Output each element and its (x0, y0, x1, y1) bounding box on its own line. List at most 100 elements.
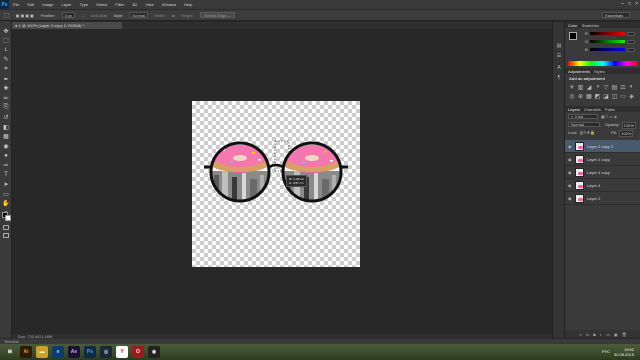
shape-tool-icon[interactable]: ▭ (2, 190, 10, 198)
threshold-icon[interactable]: ◫ (612, 93, 618, 100)
layer-row[interactable]: ◉ Layer 4 copy (565, 166, 640, 179)
tab-styles[interactable]: Styles (594, 69, 605, 74)
file-explorer-icon[interactable]: ▬ (36, 346, 48, 358)
color-slider-r[interactable]: R (585, 31, 635, 36)
menu-edit[interactable]: Edit (23, 2, 38, 7)
history-brush-tool-icon[interactable]: ↺ (2, 113, 10, 121)
document-canvas[interactable]: W: 2,28 cm H: 0,87 cm (192, 101, 360, 267)
eye-icon[interactable]: ◉ (568, 170, 572, 175)
properties-icon[interactable]: ☰ (555, 52, 563, 60)
photofilter-icon[interactable]: ◎ (569, 93, 575, 100)
bw-icon[interactable]: ◐ (629, 84, 635, 90)
vibrance-icon[interactable]: ▽ (603, 84, 609, 91)
group-icon[interactable]: ▭ (606, 332, 610, 337)
mixer-icon[interactable]: ⊕ (578, 93, 584, 100)
menu-window[interactable]: Window (158, 2, 180, 7)
lasso-tool-icon[interactable]: ʟ (2, 46, 10, 54)
tab-channels[interactable]: Channels (584, 107, 601, 112)
brightness-icon[interactable]: ☀ (569, 84, 575, 91)
layer-filter-select[interactable]: ⌕ Kind (568, 114, 598, 119)
quickmask-icon[interactable] (3, 225, 9, 230)
selectivecolor-icon[interactable]: ◈ (629, 93, 635, 100)
history-icon[interactable]: ▤ (555, 42, 563, 50)
marquee-tool-icon[interactable]: ⬚ (2, 37, 10, 45)
fill-input[interactable]: 100% (619, 130, 634, 137)
color-slider-b[interactable]: B (585, 47, 635, 52)
feather-input[interactable]: 0 px (61, 12, 76, 18)
curves-icon[interactable]: ◢ (586, 84, 592, 91)
layer-row[interactable]: ◉ Layer 4 (565, 179, 640, 192)
gradientmap-icon[interactable]: ▭ (620, 93, 626, 100)
levels-icon[interactable]: ▥ (578, 84, 584, 91)
menu-type[interactable]: Type (76, 2, 93, 7)
slider-track[interactable] (590, 32, 625, 35)
blur-tool-icon[interactable]: ◉ (2, 142, 10, 150)
menu-layer[interactable]: Layer (57, 2, 75, 7)
menu-help[interactable]: Help (180, 2, 196, 7)
paragraph-icon[interactable]: ¶ (555, 74, 563, 82)
menu-view[interactable]: View (141, 2, 158, 7)
eye-icon[interactable]: ◉ (568, 144, 572, 149)
tray-language[interactable]: РУС (602, 349, 610, 354)
tray-date[interactable]: 30.06.2015 (614, 352, 634, 357)
eraser-tool-icon[interactable]: ◧ (2, 123, 10, 131)
slider-value-input[interactable] (627, 31, 635, 36)
steam-icon[interactable]: ◎ (100, 346, 112, 358)
close-icon[interactable]: × (635, 1, 638, 7)
tab-adjustments[interactable]: Adjustments (568, 69, 590, 74)
selection-mode-icons[interactable]: ▣▣▣▣ (16, 13, 35, 18)
link-icon[interactable]: ∞ (579, 332, 582, 337)
menu-filter[interactable]: Filter (111, 2, 128, 7)
document-tab[interactable]: ● 1 @ 100% (Layer 2 copy 2, RGB/8) * (12, 22, 122, 29)
eye-icon[interactable]: ◉ (568, 183, 572, 188)
tab-color[interactable]: Color (568, 23, 578, 28)
eye-icon[interactable]: ◉ (568, 196, 572, 201)
slider-track[interactable] (590, 48, 625, 51)
blend-mode-select[interactable]: Normal (568, 122, 600, 127)
photoshop-icon[interactable]: Ps (84, 346, 96, 358)
crop-tool-icon[interactable]: ⌗ (2, 65, 10, 73)
background-color-swatch[interactable] (5, 215, 11, 221)
layer-row[interactable]: ◉ Layer 2 copy (565, 153, 640, 166)
layer-row[interactable]: ◉ Layer 2 copy 2 (565, 140, 640, 153)
swap-icon[interactable]: ⇄ (172, 13, 175, 18)
healing-tool-icon[interactable]: ✚ (2, 85, 10, 93)
adjustment-layer-icon[interactable]: ◐ (600, 332, 602, 337)
posterize-icon[interactable]: ◪ (603, 93, 609, 100)
lookup-icon[interactable]: ▦ (586, 93, 592, 100)
illustrator-icon[interactable]: Ai (20, 346, 32, 358)
obs-icon[interactable]: ◉ (148, 346, 160, 358)
style-select[interactable]: Normal (129, 12, 149, 18)
balance-icon[interactable]: ⚖ (620, 84, 626, 91)
move-tool-icon[interactable]: ✥ (2, 27, 10, 35)
dodge-tool-icon[interactable]: ● (2, 152, 10, 160)
opera-icon[interactable]: O (132, 346, 144, 358)
hue-icon[interactable]: ▤ (612, 84, 618, 91)
tab-swatches[interactable]: Swatches (582, 23, 599, 28)
trash-icon[interactable]: 🗑 (622, 332, 627, 337)
tab-paths[interactable]: Paths (605, 107, 615, 112)
tab-layers[interactable]: Layers (568, 107, 580, 112)
antialias-checkbox[interactable]: ☐ (81, 13, 85, 18)
yandex-icon[interactable]: Y (116, 346, 128, 358)
menu-select[interactable]: Select (92, 2, 111, 7)
color-spectrum[interactable] (568, 61, 638, 66)
slider-track[interactable] (590, 40, 625, 43)
slider-value-input[interactable] (627, 39, 635, 44)
menu-image[interactable]: Image (38, 2, 57, 7)
layer-filter-icons[interactable]: ▣T▭◈ (601, 114, 618, 119)
fg-color-chip[interactable] (569, 32, 577, 40)
type-tool-icon[interactable]: T (2, 171, 10, 179)
fx-icon[interactable]: fx (586, 332, 589, 337)
mask-icon[interactable]: ◙ (593, 332, 595, 337)
edge-icon[interactable]: e (52, 346, 64, 358)
menu-file[interactable]: File (9, 2, 23, 7)
new-layer-icon[interactable]: ▣ (614, 332, 618, 337)
exposure-icon[interactable]: ◑ (595, 84, 601, 90)
path-select-tool-icon[interactable]: ➤ (2, 181, 10, 189)
invert-icon[interactable]: ◩ (595, 93, 601, 100)
eyedropper-tool-icon[interactable]: ✒ (2, 75, 10, 83)
windows-start-icon[interactable]: ⊞ (4, 346, 16, 358)
brush-tool-icon[interactable]: ✏ (2, 94, 10, 102)
minimize-icon[interactable]: – (621, 1, 624, 7)
